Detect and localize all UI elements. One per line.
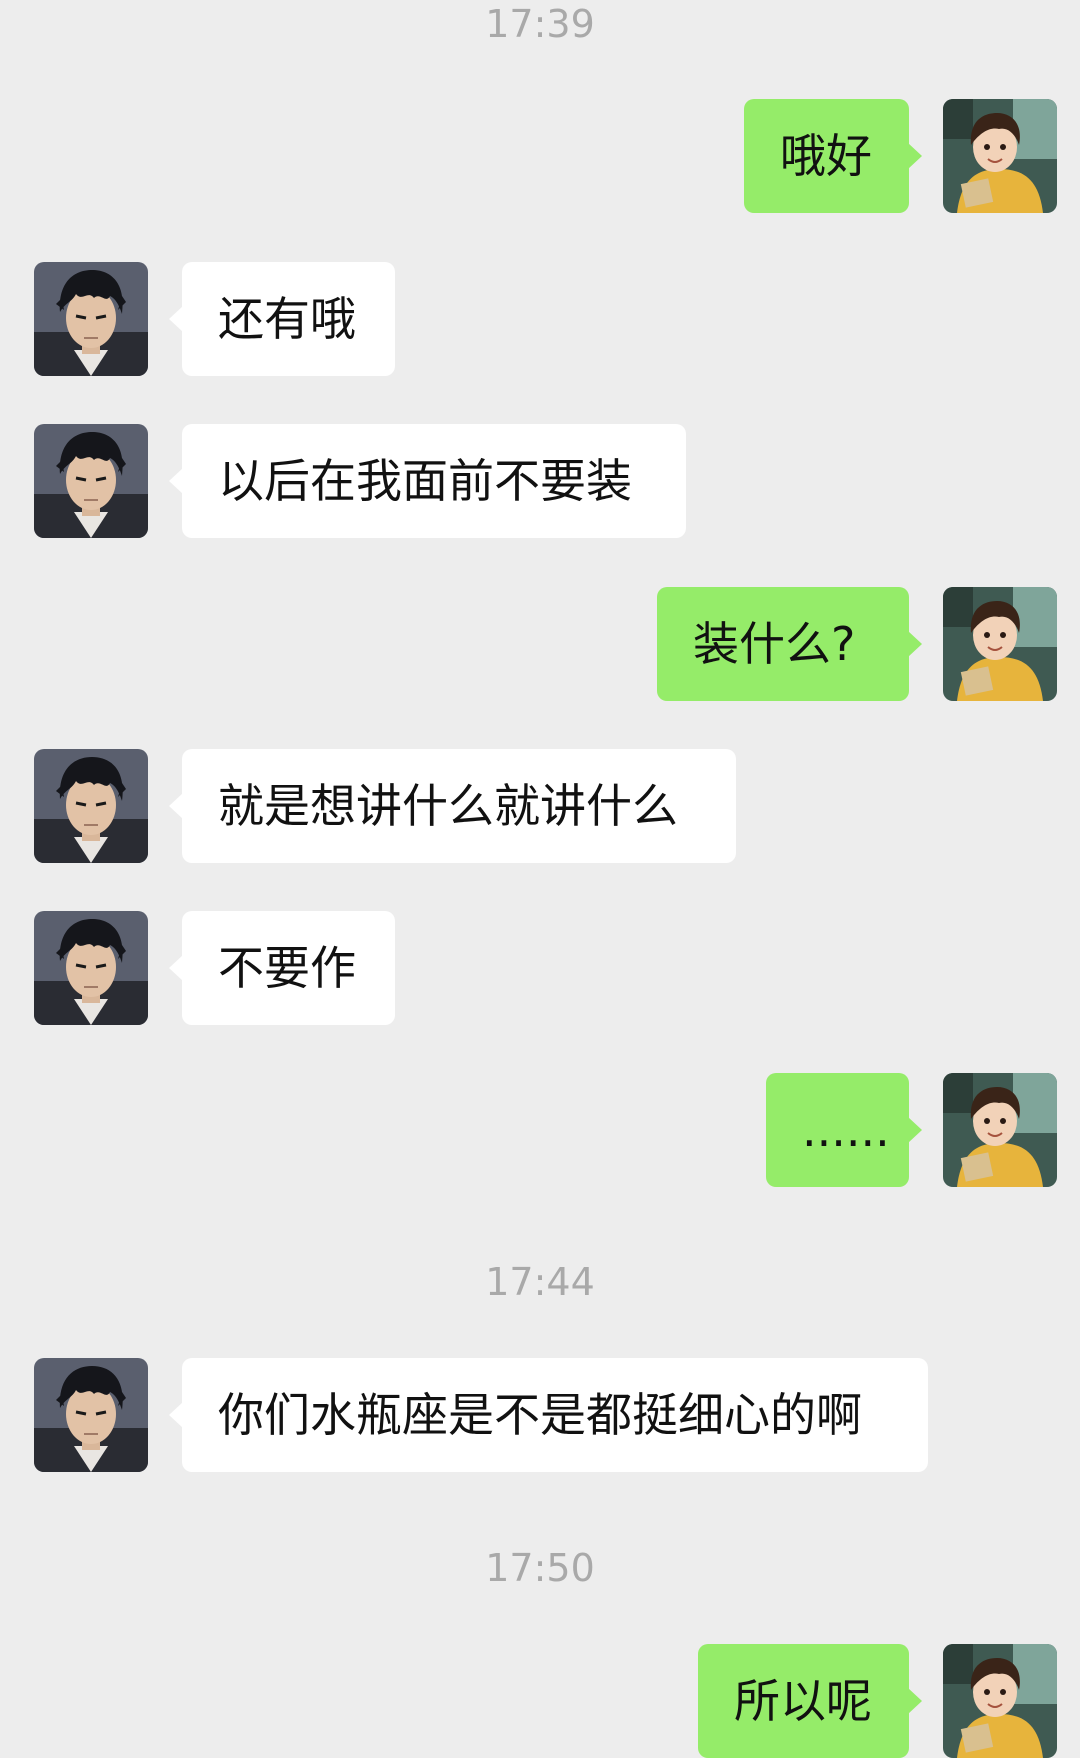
timestamp: 17:44 [485,1260,595,1304]
message-bubble-incoming[interactable]: 就是想讲什么就讲什么 [169,749,736,863]
chat-message-list[interactable]: 17:39 哦好 还有哦 以后在我面前不要装 装什么? 就是想讲什么就讲什么 不… [0,0,1080,1758]
message-bubble-outgoing[interactable]: 哦好 [744,99,922,213]
message-bubble-incoming[interactable]: 以后在我面前不要装 [169,424,686,538]
my-avatar[interactable] [943,1073,1057,1187]
message-bubble-outgoing[interactable]: 所以呢 [698,1644,922,1758]
contact-avatar[interactable] [34,749,148,863]
message-bubble-incoming[interactable]: 还有哦 [169,262,395,376]
contact-avatar[interactable] [34,911,148,1025]
message-bubble-incoming[interactable]: 你们水瓶座是不是都挺细心的啊 [169,1358,928,1472]
my-avatar[interactable] [943,99,1057,213]
anime-man-avatar-icon [34,749,148,863]
anime-man-avatar-icon [34,1358,148,1472]
anime-man-avatar-icon [34,424,148,538]
my-avatar[interactable] [943,587,1057,701]
message-bubble-outgoing[interactable]: 装什么? [657,587,922,701]
anime-man-avatar-icon [34,262,148,376]
contact-avatar[interactable] [34,262,148,376]
anime-man-avatar-icon [34,911,148,1025]
anime-girl-avatar-icon [943,587,1057,701]
timestamp: 17:39 [485,2,595,46]
timestamp: 17:50 [485,1546,595,1590]
message-bubble-incoming[interactable]: 不要作 [169,911,395,1025]
anime-girl-avatar-icon [943,1644,1057,1758]
anime-girl-avatar-icon [943,1073,1057,1187]
my-avatar[interactable] [943,1644,1057,1758]
message-bubble-outgoing[interactable]: ...... [766,1073,922,1187]
contact-avatar[interactable] [34,1358,148,1472]
anime-girl-avatar-icon [943,99,1057,213]
contact-avatar[interactable] [34,424,148,538]
